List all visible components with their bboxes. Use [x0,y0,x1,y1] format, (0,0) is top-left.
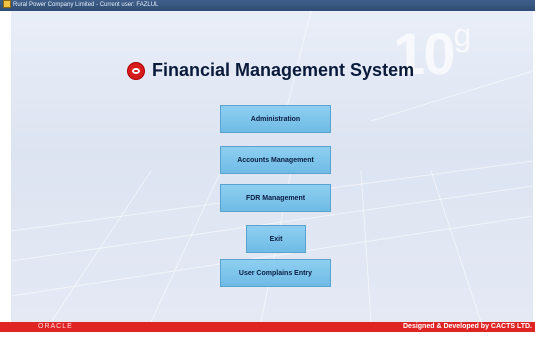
user-complains-entry-button[interactable]: User Complains Entry [220,259,331,287]
window-title-bar: Rural Power Company Limited - Current us… [0,0,535,11]
app-window: Rural Power Company Limited - Current us… [0,0,535,342]
footer-bar: ORACLE Designed & Developed by CACTS LTD… [0,322,535,332]
fdr-management-button[interactable]: FDR Management [220,184,331,212]
developer-credit: Designed & Developed by CACTS LTD. [403,323,532,330]
window-title: Rural Power Company Limited - Current us… [13,2,159,8]
oracle-logo: ORACLE [38,323,73,330]
exit-button[interactable]: Exit [246,225,306,253]
main-panel: 10g Financial Management System Administ… [11,11,533,322]
accounts-management-button[interactable]: Accounts Management [220,146,331,174]
bottom-margin [0,332,535,342]
app-icon [3,0,11,9]
page-title: Financial Management System [152,60,415,80]
app-heading: Financial Management System [128,60,414,81]
company-logo-icon [128,62,144,79]
administration-button[interactable]: Administration [220,105,331,133]
